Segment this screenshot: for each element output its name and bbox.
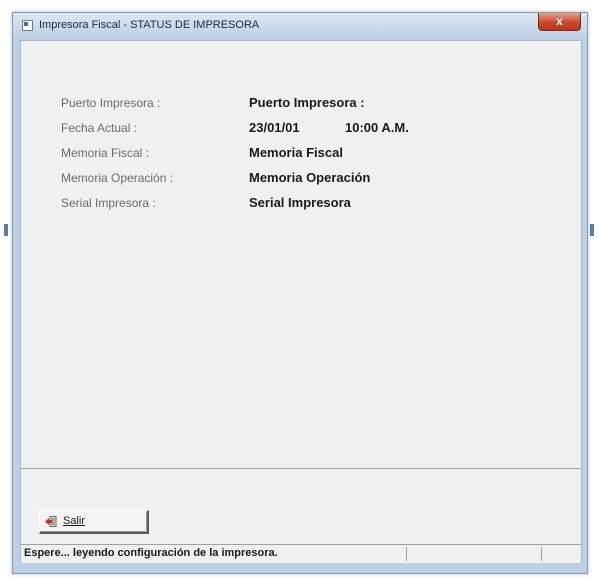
label-memoria-fiscal: Memoria Fiscal : xyxy=(61,146,150,160)
label-fecha-actual: Fecha Actual : xyxy=(61,121,138,135)
value-memoria-operacion: Memoria Operación xyxy=(249,170,371,185)
exit-button[interactable]: Salir xyxy=(39,510,149,534)
window-edge-marker-right xyxy=(590,224,594,236)
status-info-panel: Puerto Impresora : Puerto Impresora : Fe… xyxy=(21,41,581,469)
window-edge-marker-left xyxy=(4,224,8,236)
window-client-area: Puerto Impresora : Puerto Impresora : Fe… xyxy=(20,40,582,563)
value-hora-actual: 10:00 A.M. xyxy=(345,120,409,135)
status-message: Espere... leyendo configuración de la im… xyxy=(24,547,278,559)
value-memoria-fiscal: Memoria Fiscal xyxy=(249,145,343,160)
printer-status-window: Impresora Fiscal - STATUS DE IMPRESORA x… xyxy=(12,12,588,574)
title-bar[interactable]: Impresora Fiscal - STATUS DE IMPRESORA x xyxy=(13,13,587,40)
status-bar-divider xyxy=(406,547,407,561)
status-bar-divider xyxy=(541,547,542,561)
window-title: Impresora Fiscal - STATUS DE IMPRESORA xyxy=(39,19,260,31)
label-memoria-operacion: Memoria Operación : xyxy=(61,171,174,185)
value-fecha-actual: 23/01/01 xyxy=(249,120,300,135)
value-serial-impresora: Serial Impresora xyxy=(249,195,351,210)
exit-door-icon xyxy=(45,516,57,527)
close-icon: x xyxy=(556,14,563,28)
label-puerto-impresora: Puerto Impresora : xyxy=(61,96,161,110)
app-window-icon xyxy=(22,20,33,31)
exit-button-label: Salir xyxy=(63,515,86,527)
close-button[interactable]: x xyxy=(538,13,581,31)
label-serial-impresora: Serial Impresora : xyxy=(61,196,156,210)
status-bar: Espere... leyendo configuración de la im… xyxy=(21,544,581,563)
value-puerto-impresora: Puerto Impresora : xyxy=(249,95,365,110)
